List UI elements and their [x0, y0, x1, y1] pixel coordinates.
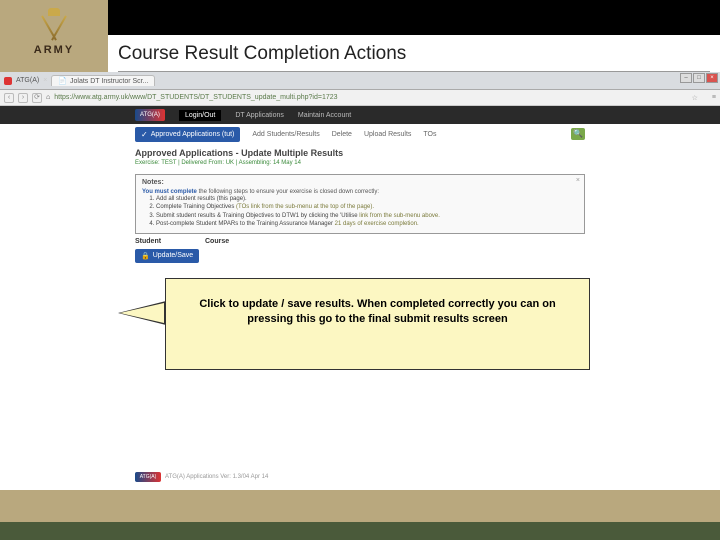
- bottom-olive-band: [0, 522, 720, 540]
- app-footer: ATG(A) ATG(A) Applications Ver: 1.3/04 A…: [135, 472, 268, 482]
- brand-name: ARMY: [34, 44, 74, 56]
- upload-results-link[interactable]: Upload Results: [364, 131, 411, 138]
- footer-text: ATG(A) Applications Ver: 1.3/04 Apr 14: [165, 474, 268, 480]
- black-accent-band: [108, 0, 720, 35]
- search-icon: 🔍: [573, 129, 583, 138]
- notes-panel: × Notes: You must complete the following…: [135, 174, 585, 234]
- callout-arrow-icon: [118, 301, 166, 325]
- url-field[interactable]: https://www.atg.army.uk/www/DT_STUDENTS/…: [54, 94, 337, 101]
- slide-header: ARMY Course Result Completion Actions: [0, 0, 720, 72]
- search-button[interactable]: 🔍: [571, 128, 585, 140]
- notes-list: Add all student results (this page). Com…: [156, 195, 578, 229]
- forward-button[interactable]: ›: [18, 93, 28, 103]
- army-crest-icon: [38, 16, 70, 42]
- bottom-tan-band: [0, 490, 720, 522]
- nav-dt-applications[interactable]: DT Applications: [235, 112, 284, 119]
- atga-logo-footer: ATG(A): [135, 472, 161, 482]
- col-course: Course: [205, 238, 265, 245]
- lock-icon: 🔒: [141, 252, 150, 260]
- delete-link[interactable]: Delete: [332, 131, 352, 138]
- action-bar: ✓ Approved Applications (tut) Add Studen…: [0, 124, 720, 144]
- minimize-button[interactable]: –: [680, 73, 692, 83]
- app-name-small: ATG(A): [16, 77, 39, 84]
- notes-item: Submit student results & Training Object…: [156, 212, 578, 220]
- bookmark-icon[interactable]: ☆: [692, 94, 698, 102]
- instruction-callout: Click to update / save results. When com…: [165, 278, 590, 370]
- approved-label: Approved Applications (tut): [151, 131, 235, 138]
- browser-toolbar: ‹ › ⟳ ⌂ https://www.atg.army.uk/www/DT_S…: [0, 90, 720, 106]
- tos-link[interactable]: TOs: [423, 131, 436, 138]
- nav-maintain-account[interactable]: Maintain Account: [298, 112, 351, 119]
- nav-login[interactable]: Login/Out: [179, 110, 221, 121]
- army-logo-cell: ARMY: [0, 0, 108, 72]
- notes-item: Complete Training Objectives (TOs link f…: [156, 203, 578, 211]
- maximize-button[interactable]: □: [693, 73, 705, 83]
- update-label: Update/Save: [153, 252, 193, 259]
- browser-tab-strip: ATG(A) × 📄 Jolats DT Instructor Scr... –…: [0, 72, 720, 90]
- page-heading: Approved Applications - Update Multiple …: [0, 144, 720, 160]
- add-students-link[interactable]: Add Students/Results: [252, 131, 319, 138]
- check-icon: ✓: [141, 130, 148, 139]
- results-table-header: Student Course: [135, 238, 585, 245]
- notes-item: Post-complete Student MPARs to the Train…: [156, 220, 578, 228]
- update-save-button[interactable]: 🔒 Update/Save: [135, 249, 199, 263]
- callout-text: Click to update / save results. When com…: [199, 298, 555, 325]
- notes-item: Add all student results (this page).: [156, 195, 578, 203]
- back-button[interactable]: ‹: [4, 93, 14, 103]
- notes-title: Notes:: [142, 179, 578, 186]
- page-favicon-icon: 📄: [58, 77, 67, 85]
- atga-logo: ATG(A): [135, 109, 165, 121]
- slide-title: Course Result Completion Actions: [108, 35, 720, 65]
- col-student: Student: [135, 238, 205, 245]
- app-navbar: ATG(A) Login/Out DT Applications Maintai…: [0, 106, 720, 124]
- reload-button[interactable]: ⟳: [32, 93, 42, 103]
- notes-close-icon[interactable]: ×: [576, 177, 580, 184]
- approved-applications-button[interactable]: ✓ Approved Applications (tut): [135, 127, 240, 142]
- menu-icon[interactable]: ≡: [712, 94, 716, 101]
- browser-tab[interactable]: 📄 Jolats DT Instructor Scr...: [51, 75, 155, 86]
- app-favicon-icon: [4, 77, 12, 85]
- exercise-meta: Exercise: TEST | Delivered From: UK | As…: [0, 160, 720, 170]
- window-controls: – □ ×: [680, 73, 718, 83]
- home-icon[interactable]: ⌂: [46, 94, 50, 101]
- browser-tab-label: Jolats DT Instructor Scr...: [70, 78, 148, 85]
- close-button[interactable]: ×: [706, 73, 718, 83]
